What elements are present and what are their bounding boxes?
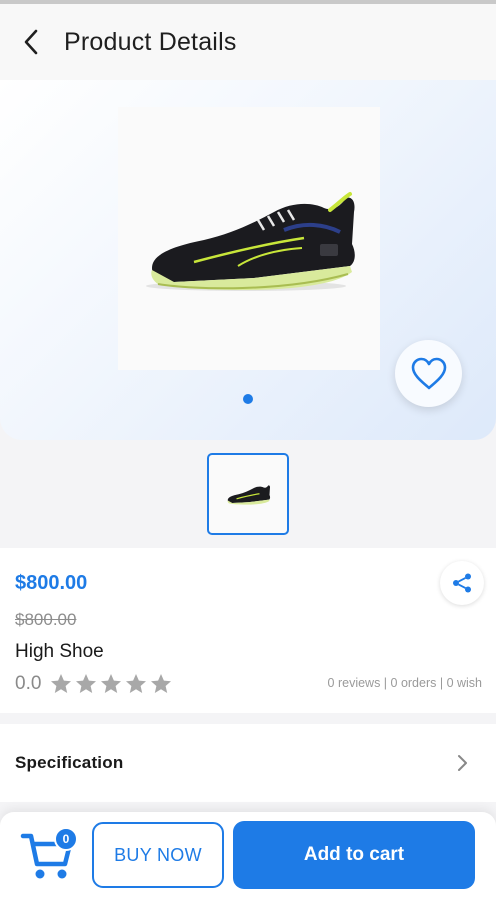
star-icon	[101, 674, 122, 693]
page-title: Product Details	[64, 27, 237, 56]
product-info-card: $800.00 $800.00 High Shoe 0.0 0 reviews …	[0, 548, 496, 713]
cart-button[interactable]: 0	[20, 826, 78, 884]
heart-outline-icon	[411, 357, 446, 389]
star-icon	[51, 674, 72, 693]
rating-value: 0.0	[15, 673, 42, 694]
rating-row: 0.0	[15, 672, 174, 696]
share-icon	[453, 573, 471, 593]
cart-count-badge: 0	[54, 827, 78, 851]
app-header: Product Details	[0, 4, 496, 80]
star-icon	[76, 674, 97, 693]
specification-label: Specification	[15, 753, 124, 772]
chevron-left-icon	[24, 29, 38, 55]
product-stats: 0 reviews | 0 orders | 0 wish	[327, 676, 482, 690]
wishlist-button[interactable]	[395, 340, 462, 407]
product-old-price: $800.00	[15, 610, 77, 629]
running-shoe-image	[146, 191, 355, 291]
bottom-action-bar: 0 BUY NOW Add to cart	[0, 812, 496, 900]
star-icon	[151, 674, 172, 693]
add-to-cart-button[interactable]: Add to cart	[233, 821, 475, 889]
product-image-gallery	[0, 80, 496, 440]
product-name: High Shoe	[15, 641, 104, 662]
chevron-right-icon	[458, 755, 467, 771]
back-button[interactable]	[0, 4, 64, 80]
star-icon	[126, 674, 147, 693]
product-thumbnail[interactable]	[207, 453, 289, 535]
thumbnail-strip	[0, 440, 496, 548]
product-price: $800.00	[15, 572, 88, 594]
buy-now-button[interactable]: BUY NOW	[92, 822, 224, 888]
product-image[interactable]	[118, 107, 380, 370]
specification-row[interactable]: Specification	[0, 724, 496, 802]
running-shoe-thumbnail	[227, 485, 271, 505]
page-indicator-dot[interactable]	[243, 394, 253, 404]
share-button[interactable]	[440, 561, 484, 605]
